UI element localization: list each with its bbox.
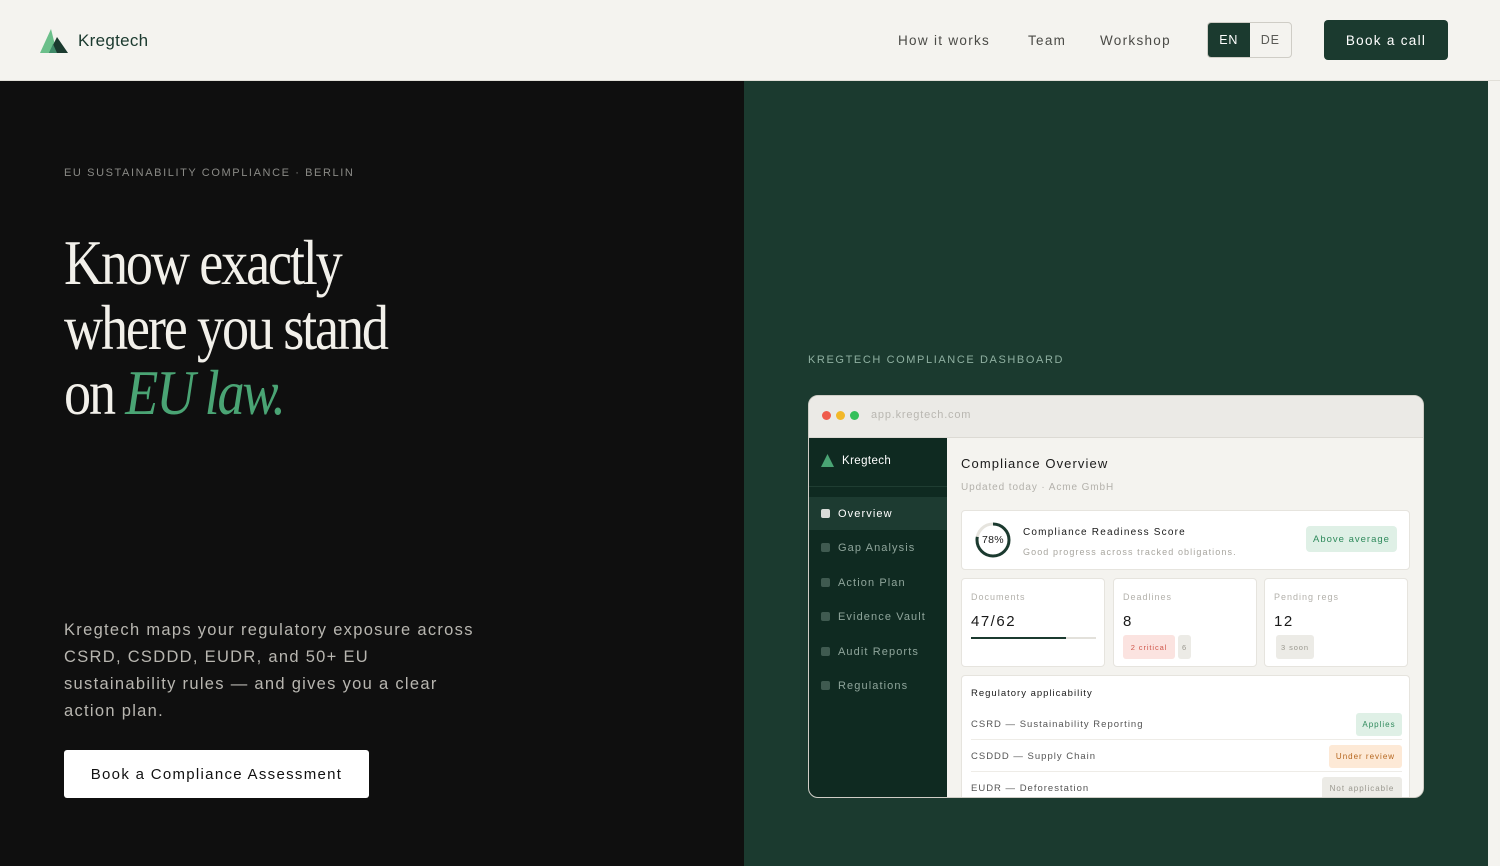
square-icon	[821, 543, 830, 552]
sidebar-item-label: Audit Reports	[838, 645, 919, 658]
progress-fill	[971, 637, 1066, 639]
other-deadlines-badge: 6	[1178, 635, 1191, 659]
stat-label: Documents	[971, 592, 1026, 602]
book-call-button[interactable]: Book a call	[1324, 20, 1448, 60]
stat-label: Deadlines	[1123, 592, 1173, 602]
headline-line-3: on EU law.	[64, 361, 387, 426]
maximize-dot-icon	[850, 411, 859, 420]
page-subtitle: Updated today · Acme GmbH	[961, 482, 1115, 493]
minimize-dot-icon	[836, 411, 845, 420]
sidebar-item-action-plan[interactable]: Action Plan	[809, 566, 947, 599]
headline-accent: EU law.	[125, 358, 286, 428]
square-icon	[821, 578, 830, 587]
headline-line-1: Know exactly	[64, 228, 343, 298]
regulation-name: EUDR — Deforestation	[971, 783, 1090, 794]
sidebar-item-label: Regulations	[838, 679, 909, 692]
sidebar-item-regulations[interactable]: Regulations	[809, 669, 947, 702]
documents-progress-bar	[971, 637, 1096, 639]
lang-de-button[interactable]: DE	[1250, 23, 1292, 57]
score-value: 78%	[982, 534, 1004, 546]
regulatory-title: Regulatory applicability	[971, 688, 1093, 699]
window-url: app.kregtech.com	[871, 409, 972, 421]
brand-logo[interactable]: Kregtech	[40, 28, 148, 53]
stat-value: 47/62	[971, 613, 1017, 630]
app-window: app.kregtech.com Kregtech Overview Gap A…	[808, 395, 1424, 798]
mountain-logo-icon	[40, 28, 68, 53]
sidebar-brand-name: Kregtech	[842, 454, 892, 467]
app-main: Compliance Overview Updated today · Acme…	[947, 438, 1423, 797]
hero-section: EU SUSTAINABILITY COMPLIANCE · BERLIN Kn…	[0, 81, 744, 866]
square-icon	[821, 647, 830, 656]
hero-description: Kregtech maps your regulatory exposure a…	[64, 621, 474, 720]
page-edge	[1488, 81, 1500, 866]
readiness-score-card: 78% Compliance Readiness Score Good prog…	[961, 510, 1410, 570]
brand-name: Kregtech	[78, 30, 149, 50]
headline-line-2: where you stand	[64, 293, 389, 363]
status-badge: Applies	[1356, 713, 1402, 736]
book-assessment-button[interactable]: Book a Compliance Assessment	[64, 750, 369, 798]
language-switcher: EN DE	[1207, 22, 1292, 58]
nav-how-it-works[interactable]: How it works	[898, 0, 990, 80]
score-badge: Above average	[1306, 526, 1397, 552]
sidebar-item-gap-analysis[interactable]: Gap Analysis	[809, 531, 947, 564]
stat-value: 8	[1123, 613, 1133, 630]
status-badge: Not applicable	[1322, 777, 1402, 797]
stat-label: Pending regs	[1274, 592, 1340, 602]
sidebar-item-label: Evidence Vault	[838, 610, 926, 623]
square-icon	[821, 681, 830, 690]
lang-en-button[interactable]: EN	[1208, 23, 1250, 57]
sidebar-divider	[809, 486, 947, 487]
dashboard-preview-section: KREGTECH COMPLIANCE DASHBOARD app.kregte…	[744, 81, 1488, 866]
sidebar-item-overview[interactable]: Overview	[809, 497, 947, 530]
pending-regs-stat-card[interactable]: Pending regs 12 3 soon	[1264, 578, 1408, 667]
square-icon	[821, 612, 830, 621]
regulation-name: CSRD — Sustainability Reporting	[971, 719, 1144, 730]
square-icon	[821, 509, 830, 518]
regulatory-applicability-card: Regulatory applicability CSRD — Sustaina…	[961, 675, 1410, 797]
sidebar-item-label: Overview	[838, 507, 893, 520]
sidebar-item-audit-reports[interactable]: Audit Reports	[809, 635, 947, 668]
page-title: Compliance Overview	[961, 456, 1109, 471]
score-subtitle: Good progress across tracked obligations…	[1023, 547, 1237, 557]
hero-eyebrow: EU SUSTAINABILITY COMPLIANCE · BERLIN	[64, 167, 355, 179]
hero-headline: Know exactly where you stand on EU law.	[64, 228, 389, 426]
score-title: Compliance Readiness Score	[1023, 527, 1186, 538]
soon-badge: 3 soon	[1276, 635, 1314, 659]
sidebar-item-label: Gap Analysis	[838, 541, 916, 554]
sidebar-item-label: Action Plan	[838, 576, 906, 589]
status-badge: Under review	[1329, 745, 1402, 768]
documents-stat-card[interactable]: Documents 47/62	[961, 578, 1105, 667]
stat-value: 12	[1274, 613, 1294, 630]
table-row[interactable]: EUDR — Deforestation Not applicable	[971, 771, 1402, 797]
critical-badge: 2 critical	[1123, 635, 1175, 659]
app-sidebar: Kregtech Overview Gap Analysis Action Pl…	[809, 438, 947, 797]
close-dot-icon	[822, 411, 831, 420]
regulation-name: CSDDD — Supply Chain	[971, 751, 1097, 762]
dashboard-label: KREGTECH COMPLIANCE DASHBOARD	[808, 354, 1065, 366]
sidebar-item-evidence-vault[interactable]: Evidence Vault	[809, 600, 947, 633]
site-header: Kregtech How it works Team Workshop EN D…	[0, 0, 1500, 81]
table-row[interactable]: CSRD — Sustainability Reporting Applies	[971, 708, 1402, 739]
nav-team[interactable]: Team	[1028, 0, 1066, 80]
headline-prefix: on	[64, 358, 116, 428]
table-row[interactable]: CSDDD — Supply Chain Under review	[971, 739, 1402, 770]
sidebar-brand: Kregtech	[821, 454, 891, 467]
deadlines-stat-card[interactable]: Deadlines 8 2 critical 6	[1113, 578, 1257, 667]
triangle-logo-icon	[821, 454, 834, 467]
window-titlebar: app.kregtech.com	[809, 396, 1423, 438]
nav-workshop[interactable]: Workshop	[1100, 0, 1171, 80]
